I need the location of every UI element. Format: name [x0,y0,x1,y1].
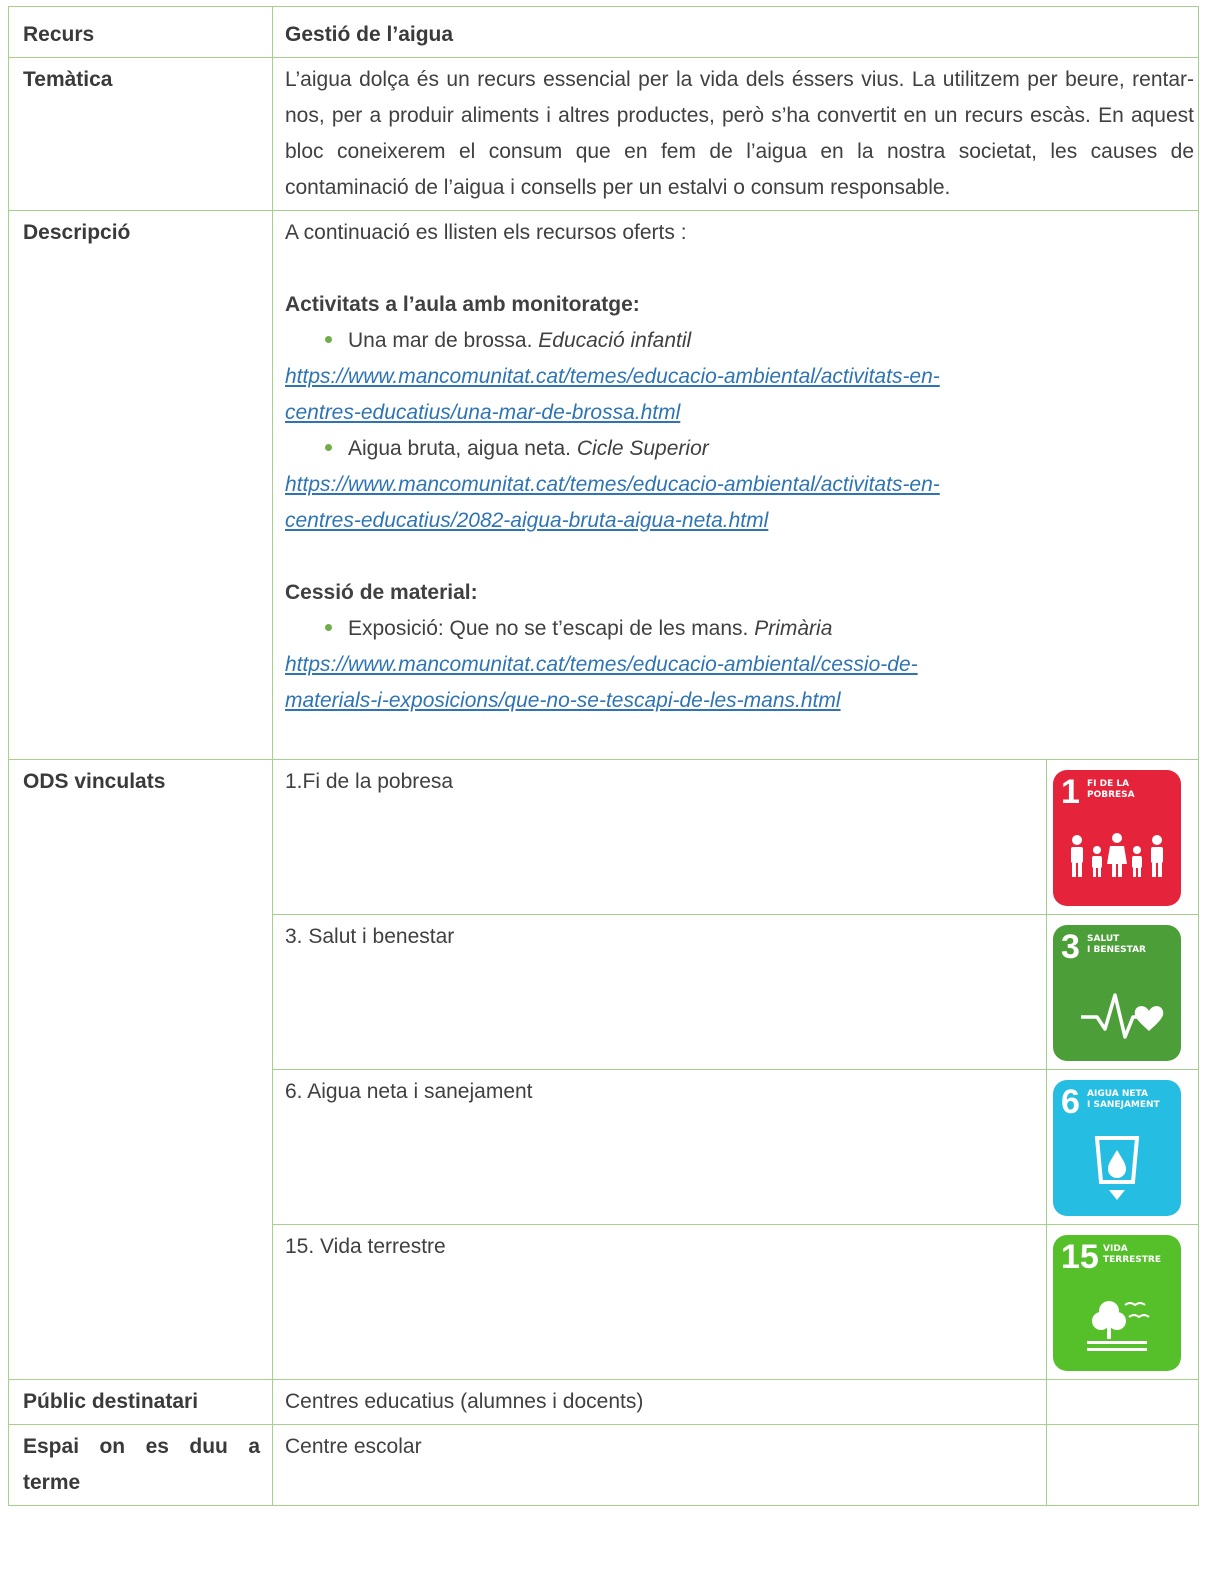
section-cessio-title: Cessió de material: [285,581,478,604]
ods-badge-cell: 1 FI DE LA POBRESA [1045,759,1200,915]
tematica-text: L’aigua dolça és un recurs essencial per… [271,57,1200,211]
resource-link-aigua-bruta[interactable]: https://www.mancomunitat.cat/temes/educa… [285,467,1186,539]
ods-badge-cell: 15 VIDA TERRESTRE [1045,1224,1200,1380]
list-item: Exposició: Que no se t’escapi de les man… [285,611,1186,647]
bullet-icon [325,335,332,343]
public-value: Centres educatius (alumnes i docents) [272,1379,1047,1425]
descripcio-intro: A continuació es llisten els recursos of… [285,221,687,244]
ods-label: ODS vinculats [8,759,273,1380]
resource-sheet: Recurs Gestió de l’aigua Temàtica L’aigu… [8,6,1200,1506]
ods-item-text: 1.Fi de la pobresa [272,759,1047,915]
family-icon [1071,833,1163,877]
tematica-row: Temàtica L’aigua dolça és un recurs esse… [8,57,1200,211]
tematica-label: Temàtica [8,57,273,211]
header-value: Gestió de l’aigua [271,6,1200,58]
descripcio-row: Descripció A continuació es llisten els … [8,210,1200,760]
ods-item-text: 6. Aigua neta i sanejament [272,1069,1047,1225]
sdg-15-badge: 15 VIDA TERRESTRE [1053,1235,1181,1371]
header-row: Recurs Gestió de l’aigua [8,6,1200,58]
ods-row: ODS vinculats 1.Fi de la pobresa 1 FI DE… [8,759,1200,1380]
ods-item-text: 15. Vida terrestre [272,1224,1047,1380]
bullet-icon [325,623,332,631]
espai-value: Centre escolar [272,1424,1047,1506]
espai-row: Espai on es duu a terme Centre escolar [8,1424,1200,1506]
link-line: centres-educatius/una-mar-de-brossa.html [285,401,681,424]
list-item: Aigua bruta, aigua neta. Cicle Superior [285,431,1186,467]
ods-badge-cell: 3 SALUT I BENESTAR [1045,914,1200,1070]
resource-table: Recurs Gestió de l’aigua Temàtica L’aigu… [8,6,1200,1506]
resource-link-exposicio[interactable]: https://www.mancomunitat.cat/temes/educa… [285,647,1186,719]
list-item: Una mar de brossa. Educació infantil [285,323,1186,359]
link-line: https://www.mancomunitat.cat/temes/educa… [285,653,918,676]
sdg-6-badge: 6 AIGUA NETA I SANEJAMENT [1053,1080,1181,1216]
link-line: centres-educatius/2082-aigua-bruta-aigua… [285,509,769,532]
sdg-1-badge: 1 FI DE LA POBRESA [1053,770,1181,906]
public-label: Públic destinatari [8,1379,273,1425]
ods-item-text: 3. Salut i benestar [272,914,1047,1070]
link-line: https://www.mancomunitat.cat/temes/educa… [285,365,940,388]
item-text: Exposició: Que no se t’escapi de les man… [348,617,749,640]
descripcio-label: Descripció [8,210,273,760]
header-label: Recurs [8,6,273,58]
bullet-icon [325,443,332,451]
item-level: Educació infantil [538,329,692,352]
link-line: materials-i-exposicions/que-no-se-tescap… [285,689,841,712]
empty-cell [1045,1379,1200,1425]
item-text: Una mar de brossa. [348,329,533,352]
descripcio-content: A continuació es llisten els recursos of… [271,210,1200,760]
sdg-3-badge: 3 SALUT I BENESTAR [1053,925,1181,1061]
public-row: Públic destinatari Centres educatius (al… [8,1379,1200,1425]
item-text: Aigua bruta, aigua neta. [348,437,572,460]
water-glass-icon [1094,1136,1140,1200]
link-line: https://www.mancomunitat.cat/temes/educa… [285,473,940,496]
empty-cell [1045,1424,1200,1506]
item-level: Cicle Superior [576,437,709,460]
resource-link-una-mar-de-brossa[interactable]: https://www.mancomunitat.cat/temes/educa… [285,359,1186,431]
heartbeat-icon [1081,993,1164,1039]
tree-icon [1087,1301,1150,1351]
espai-label: Espai on es duu a terme [8,1424,273,1506]
item-level: Primària [754,617,833,640]
ods-badge-cell: 6 AIGUA NETA I SANEJAMENT [1045,1069,1200,1225]
section-activitats-title: Activitats a l’aula amb monitoratge: [285,293,640,316]
